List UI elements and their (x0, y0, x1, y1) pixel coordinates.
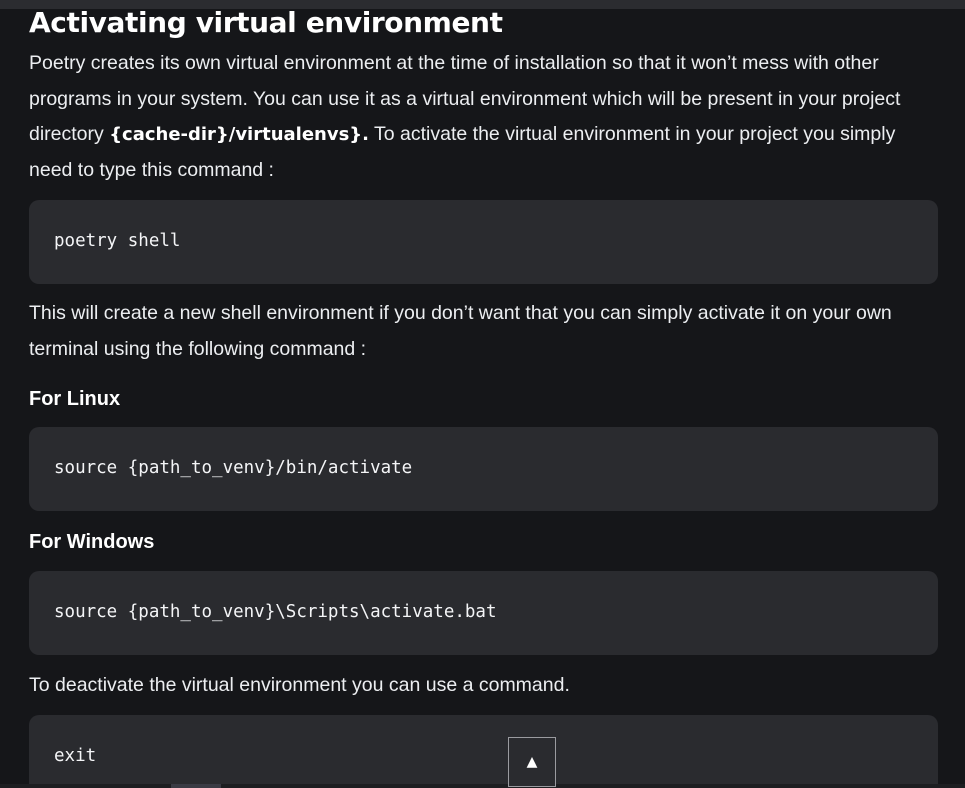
code-block-linux[interactable]: source {path_to_venv}/bin/activate (29, 427, 938, 511)
linux-heading: For Linux (29, 388, 121, 410)
intro-paragraph: Poetry creates its own virtual environme… (29, 46, 941, 188)
section-heading: Activating virtual environment (29, 6, 503, 39)
code-linux-command[interactable]: source {path_to_venv}/bin/activate (54, 456, 412, 480)
code-exit-command[interactable]: exit (54, 744, 96, 768)
bottom-strip (0, 784, 965, 788)
scroll-to-top-button[interactable]: ▲ (508, 737, 556, 787)
code-block-exit[interactable]: exit (29, 715, 938, 788)
code-block-shell[interactable]: poetry shell (29, 200, 938, 284)
windows-heading: For Windows (29, 531, 155, 553)
code-windows-command[interactable]: source {path_to_venv}\Scripts\activate.b… (54, 600, 497, 624)
shell-note-paragraph: This will create a new shell environment… (29, 302, 892, 360)
bottom-indicator (171, 784, 221, 788)
code-shell-command[interactable]: poetry shell (54, 229, 180, 253)
code-block-windows[interactable]: source {path_to_venv}\Scripts\activate.b… (29, 571, 938, 655)
arrow-up-icon: ▲ (526, 754, 538, 770)
cache-dir-path: {cache-dir}/virtualenvs}. (109, 124, 369, 145)
deactivate-note-paragraph: To deactivate the virtual environment yo… (29, 674, 570, 696)
